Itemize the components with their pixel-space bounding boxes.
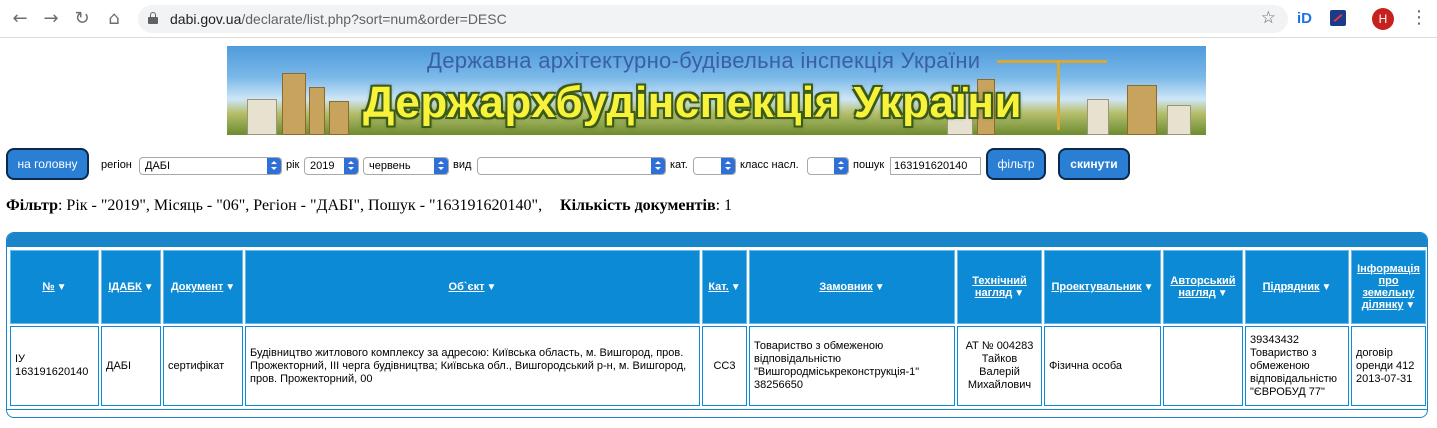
- cell-object: Будівництво житлового комплексу за адрес…: [245, 326, 700, 406]
- chevron-updown-icon: [434, 158, 448, 174]
- table-top-bar: [7, 233, 1427, 247]
- class-select[interactable]: [807, 157, 849, 175]
- reset-button[interactable]: скинути: [1058, 148, 1130, 180]
- cell-customer: Товариство з обмеженою відповідальністю …: [749, 326, 955, 406]
- reload-icon[interactable]: ↻: [72, 9, 92, 29]
- sort-down-icon[interactable]: ▼: [1144, 282, 1154, 293]
- browser-menu-icon[interactable]: ⋮: [1410, 8, 1428, 28]
- home-button[interactable]: на головну: [6, 148, 89, 180]
- cell-category: СС3: [702, 326, 747, 406]
- search-label: пошук: [853, 159, 885, 171]
- column-header-customer[interactable]: Замовник ▼: [749, 250, 955, 324]
- region-value: ДАБІ: [145, 160, 171, 172]
- column-header-document-link[interactable]: Документ: [171, 281, 223, 293]
- document-count-value: : 1: [715, 197, 733, 214]
- month-select[interactable]: червень: [363, 157, 449, 175]
- search-input[interactable]: 163191620140: [890, 157, 981, 175]
- category-label: кат.: [670, 159, 688, 171]
- table-bottom-bar: [7, 409, 1427, 417]
- sort-down-icon[interactable]: ▼: [487, 282, 497, 293]
- chevron-updown-icon: [267, 158, 281, 174]
- site-banner: Державна архітектурно-будівельна інспекц…: [227, 46, 1206, 135]
- filter-toolbar: на головну регіон ДАБІ рік 2019 червень …: [0, 148, 1437, 184]
- banner-subtitle: Державна архітектурно-будівельна інспекц…: [427, 48, 981, 73]
- profile-avatar[interactable]: H: [1372, 8, 1394, 30]
- lock-icon: [148, 12, 158, 24]
- results-table-container: № ▼ ІДАБК ▼ Документ ▼ Об`єкт ▼ Кат. ▼ Замовн…: [6, 232, 1428, 418]
- sort-down-icon[interactable]: ▼: [1405, 300, 1415, 311]
- sort-down-icon[interactable]: ▼: [225, 282, 235, 293]
- filter-summary-text: : Рік - "2019", Місяць - "06", Регіон - …: [57, 197, 543, 214]
- cell-author-supervision: [1163, 326, 1243, 406]
- column-header-num[interactable]: № ▼: [10, 250, 99, 324]
- class-label: класс насл.: [740, 159, 799, 171]
- filter-button[interactable]: фільтр: [986, 148, 1046, 180]
- table-header-row: № ▼ ІДАБК ▼ Документ ▼ Об`єкт ▼ Кат. ▼ Замовн…: [10, 250, 1426, 324]
- type-select[interactable]: [477, 157, 666, 175]
- column-header-category[interactable]: Кат. ▼: [702, 250, 747, 324]
- chevron-updown-icon: [834, 158, 848, 174]
- sort-down-icon[interactable]: ▼: [875, 282, 885, 293]
- cell-document: сертифікат: [163, 326, 243, 406]
- filter-summary: Фільтр: Рік - "2019", Місяць - "06", Рег…: [6, 197, 732, 215]
- document-count-label: Кількість документів: [560, 197, 716, 214]
- year-label: рік: [286, 159, 300, 171]
- cell-num: ІУ 163191620140: [10, 326, 99, 406]
- cell-tech-supervision: АТ № 004283 Тайков Валерій Михайлович: [957, 326, 1042, 406]
- back-arrow-icon[interactable]: ←: [10, 9, 30, 29]
- document-count: Кількість документів: 1: [560, 197, 732, 215]
- type-label: вид: [453, 159, 472, 171]
- category-select[interactable]: [693, 157, 736, 175]
- column-header-designer-link[interactable]: Проектувальник: [1051, 281, 1141, 293]
- browser-toolbar: ← → ↻ ⌂ dabi.gov.ua/declarate/list.php?s…: [0, 0, 1437, 38]
- column-header-tech-supervision[interactable]: Технічний нагляд ▼: [957, 250, 1042, 324]
- url-domain: dabi.gov.ua: [170, 11, 242, 27]
- cell-land-info: договір оренди 412 2013-07-31: [1351, 326, 1426, 406]
- address-bar[interactable]: dabi.gov.ua/declarate/list.php?sort=num&…: [138, 5, 1288, 33]
- region-select[interactable]: ДАБІ: [139, 157, 282, 175]
- month-value: червень: [369, 160, 411, 172]
- column-header-document[interactable]: Документ ▼: [163, 250, 243, 324]
- chevron-updown-icon: [651, 158, 665, 174]
- table-row: ІУ 163191620140 ДАБІ сертифікат Будівниц…: [10, 326, 1426, 406]
- home-icon[interactable]: ⌂: [104, 9, 124, 29]
- column-header-designer[interactable]: Проектувальник ▼: [1044, 250, 1161, 324]
- year-value: 2019: [310, 160, 335, 172]
- sort-down-icon[interactable]: ▼: [57, 282, 67, 293]
- url-path: /declarate/list.php?sort=num&order=DESC: [241, 11, 507, 27]
- banner-title: Держархбудінспекція України: [363, 78, 1023, 127]
- results-table: № ▼ ІДАБК ▼ Документ ▼ Об`єкт ▼ Кат. ▼ Замовн…: [8, 248, 1427, 408]
- bookmark-star-icon[interactable]: ☆: [1261, 8, 1276, 28]
- extension-icon[interactable]: [1330, 10, 1346, 26]
- column-header-object[interactable]: Об`єкт ▼: [245, 250, 700, 324]
- forward-arrow-icon[interactable]: →: [41, 9, 61, 29]
- region-label: регіон: [101, 159, 132, 171]
- extension-id-icon[interactable]: iD: [1297, 10, 1312, 27]
- column-header-idabk[interactable]: ІДАБК ▼: [101, 250, 161, 324]
- year-select[interactable]: 2019: [304, 157, 359, 175]
- chevron-updown-icon: [344, 158, 358, 174]
- url-text[interactable]: dabi.gov.ua/declarate/list.php?sort=num&…: [170, 11, 507, 27]
- column-header-object-link[interactable]: Об`єкт: [449, 281, 485, 293]
- sort-down-icon[interactable]: ▼: [731, 282, 741, 293]
- sort-down-icon[interactable]: ▼: [1014, 288, 1024, 299]
- column-header-land-info[interactable]: Інформація про земельну ділянку ▼: [1351, 250, 1426, 324]
- filter-summary-label: Фільтр: [6, 197, 58, 214]
- cell-designer: Фізична особа: [1044, 326, 1161, 406]
- sort-down-icon[interactable]: ▼: [1218, 288, 1228, 299]
- column-header-category-link[interactable]: Кат.: [708, 281, 728, 293]
- column-header-contractor[interactable]: Підрядник ▼: [1245, 250, 1349, 324]
- column-header-num-link[interactable]: №: [42, 281, 54, 293]
- chevron-updown-icon: [721, 158, 735, 174]
- cell-idabk: ДАБІ: [101, 326, 161, 406]
- sort-down-icon[interactable]: ▼: [144, 282, 154, 293]
- cell-contractor: 39343432 Товариство з обмеженою відповід…: [1245, 326, 1349, 406]
- column-header-author-supervision[interactable]: Авторський нагляд ▼: [1163, 250, 1243, 324]
- column-header-customer-link[interactable]: Замовник: [819, 281, 872, 293]
- column-header-idabk-link[interactable]: ІДАБК: [108, 281, 141, 293]
- sort-down-icon[interactable]: ▼: [1321, 282, 1331, 293]
- column-header-contractor-link[interactable]: Підрядник: [1263, 281, 1320, 293]
